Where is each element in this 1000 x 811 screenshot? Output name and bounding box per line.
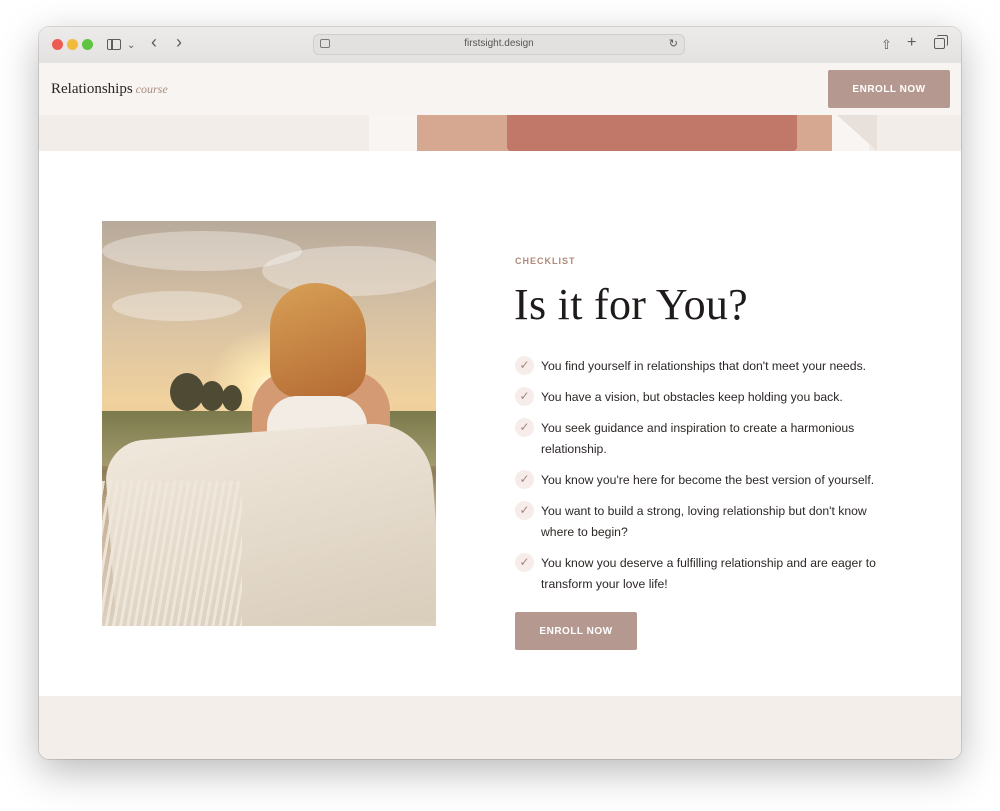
sidebar-toggle-icon[interactable] — [107, 39, 121, 50]
check-icon: ✓ — [515, 356, 534, 375]
check-icon: ✓ — [515, 553, 534, 572]
close-window-button[interactable] — [52, 39, 63, 50]
new-tab-icon[interactable]: + — [907, 33, 916, 53]
back-arrow-icon[interactable]: ‹ — [151, 32, 157, 52]
checklist-section: CHECKLIST Is it for You? ✓ You find yours… — [39, 151, 961, 696]
check-icon: ✓ — [515, 501, 534, 520]
minimize-window-button[interactable] — [67, 39, 78, 50]
check-icon: ✓ — [515, 418, 534, 437]
beach-woman-photo — [102, 221, 436, 626]
section-title: Is it for You? — [514, 280, 748, 329]
header-enroll-button[interactable]: ENROLL NOW — [828, 70, 950, 108]
forward-arrow-icon[interactable]: › — [176, 32, 182, 52]
logo-script-text: course — [135, 82, 168, 96]
tree — [222, 385, 242, 411]
section-enroll-button[interactable]: ENROLL NOW — [515, 612, 637, 650]
hero-dress — [507, 115, 797, 151]
list-item: ✓ You seek guidance and inspiration to cr… — [515, 418, 895, 460]
site-logo[interactable]: Relationships course — [51, 81, 168, 98]
cardigan-fringe — [102, 481, 242, 626]
list-item-text: You find yourself in relationships that … — [541, 359, 867, 373]
list-item-text: You know you're here for become the best… — [541, 473, 875, 487]
cloud — [262, 246, 436, 296]
logo-main-text: Relationships — [51, 81, 133, 97]
section-eyebrow: CHECKLIST — [515, 256, 576, 266]
footer-band — [39, 696, 961, 759]
zoom-window-button[interactable] — [82, 39, 93, 50]
tree — [200, 381, 224, 411]
list-item: ✓ You have a vision, but obstacles keep h… — [515, 387, 895, 408]
woman-hair — [270, 283, 366, 398]
list-item-text: You know you deserve a fulfilling relati… — [541, 556, 876, 591]
check-icon: ✓ — [515, 387, 534, 406]
tab-overview-icon[interactable] — [934, 35, 948, 49]
hero-image-strip — [39, 115, 961, 151]
list-item: ✓ You know you're here for become the bes… — [515, 470, 895, 491]
cloud — [112, 291, 242, 321]
list-item-text: You want to build a strong, loving relat… — [541, 504, 867, 539]
list-item: ✓ You find yourself in relationships that… — [515, 356, 895, 377]
browser-window: ⌄ ‹ › firstsight.design ↻ ⇧ + Relationsh… — [39, 27, 961, 759]
url-text: firstsight.design — [464, 38, 534, 49]
checklist: ✓ You find yourself in relationships that… — [515, 356, 895, 605]
tree — [170, 373, 204, 411]
reload-icon[interactable]: ↻ — [669, 37, 678, 50]
check-icon: ✓ — [515, 470, 534, 489]
browser-toolbar: ⌄ ‹ › firstsight.design ↻ ⇧ + — [39, 27, 961, 64]
chevron-down-icon[interactable]: ⌄ — [127, 36, 135, 56]
address-bar[interactable]: firstsight.design ↻ — [313, 34, 685, 55]
list-item-text: You seek guidance and inspiration to cre… — [541, 421, 855, 456]
list-item: ✓ You know you deserve a fulfilling relat… — [515, 553, 895, 595]
share-icon[interactable]: ⇧ — [881, 35, 892, 55]
list-item: ✓ You want to build a strong, loving rela… — [515, 501, 895, 543]
hero-fold-shape — [837, 115, 877, 151]
list-item-text: You have a vision, but obstacles keep ho… — [541, 390, 843, 404]
site-header: Relationships course ENROLL NOW — [39, 63, 961, 115]
